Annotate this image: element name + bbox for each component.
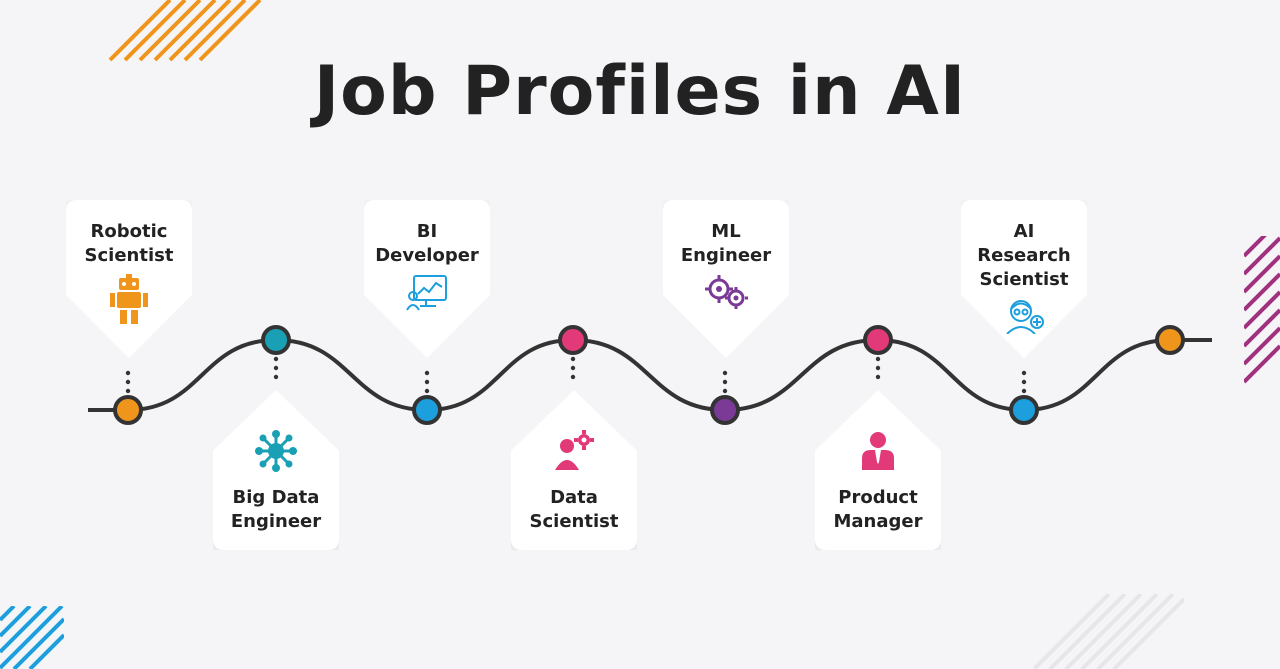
profile-label: Product Manager	[833, 487, 923, 532]
connector-dot	[125, 379, 131, 385]
connector-dot	[125, 370, 131, 376]
timeline-node	[863, 325, 893, 355]
profile-label: BI Developer	[375, 221, 479, 266]
connector-dot	[1021, 370, 1027, 376]
connector-dot	[273, 356, 279, 362]
researcher-icon	[1006, 300, 1044, 334]
connector-dot	[1021, 379, 1027, 385]
timeline-node	[710, 395, 740, 425]
timeline-wave	[88, 337, 1212, 413]
connector-dot	[570, 356, 576, 362]
connector-dot	[424, 370, 430, 376]
connector-dot	[424, 379, 430, 385]
person-gear-icon	[555, 430, 594, 470]
connector-dot	[722, 388, 728, 394]
connector-dot	[722, 379, 728, 385]
connector-dot	[1021, 388, 1027, 394]
manager-icon	[862, 432, 894, 470]
connector-dot	[570, 365, 576, 371]
timeline-node	[1009, 395, 1039, 425]
profile-label: AI Research Scientist	[977, 221, 1071, 290]
network-icon	[255, 430, 297, 472]
connector-dot	[875, 374, 881, 380]
timeline-node	[113, 395, 143, 425]
connector-dot	[570, 374, 576, 380]
dashboard-icon	[406, 275, 447, 311]
connector-dot	[875, 365, 881, 371]
connector-dot	[875, 356, 881, 362]
profile-label: Robotic Scientist	[84, 221, 174, 266]
timeline-node	[412, 395, 442, 425]
gears-icon	[705, 275, 748, 309]
timeline-node	[1155, 325, 1185, 355]
connector-dot	[273, 365, 279, 371]
profile-label: Data Scientist	[529, 487, 619, 532]
profile-label: ML Engineer	[680, 221, 772, 266]
connector-dot	[722, 370, 728, 376]
timeline-node	[558, 325, 588, 355]
timeline-node	[261, 325, 291, 355]
connector-dot	[424, 388, 430, 394]
connector-dot	[125, 388, 131, 394]
connector-dot	[273, 374, 279, 380]
timeline-diagram	[88, 325, 1212, 425]
robot-icon	[110, 274, 148, 324]
profile-label: Big Data Engineer	[230, 487, 322, 532]
